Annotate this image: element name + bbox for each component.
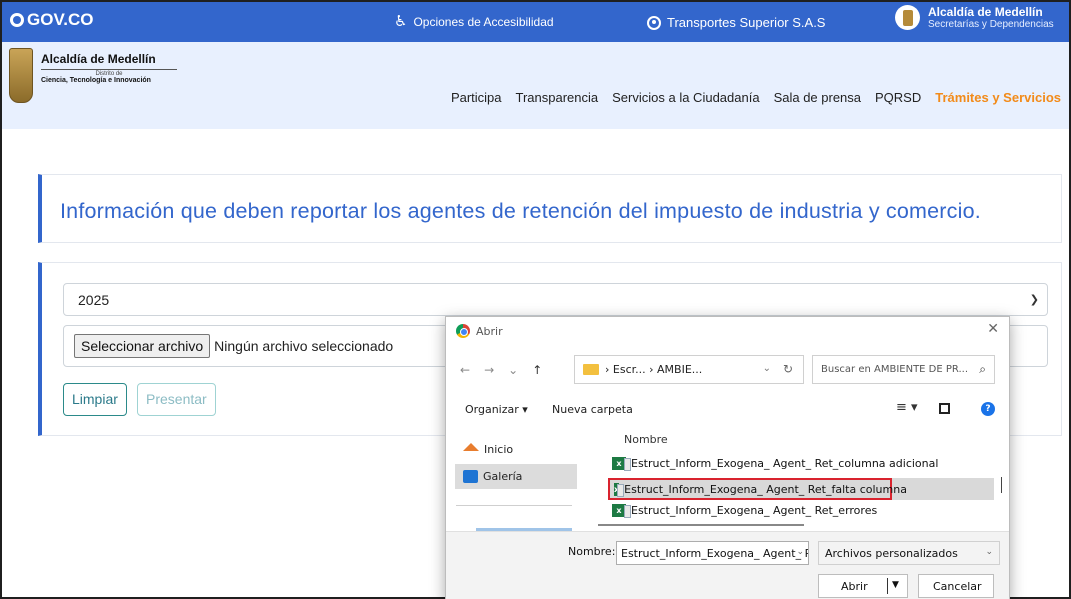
open-file-dialog: Abrir ✕ ← → ⌄ ↑ › Escr... › AMBIE... ⌄ ↻… <box>445 316 1010 599</box>
dialog-footer: Nombre: Estruct_Inform_Exogena_ Agent_ R… <box>446 531 1009 599</box>
folder-search-input[interactable]: Buscar en AMBIENTE DE PR... ⌕ <box>812 355 995 384</box>
home-icon <box>463 442 479 451</box>
chevron-down-icon[interactable]: ⌄ <box>763 363 771 374</box>
file-type-value: Archivos personalizados <box>825 547 958 560</box>
user-icon <box>647 15 661 30</box>
file-type-select[interactable]: Archivos personalizados ⌄ <box>818 541 1000 565</box>
file-list-h-scrollbar[interactable] <box>598 524 804 526</box>
user-account-link[interactable]: Transportes Superior S.A.S <box>647 15 825 30</box>
sidebar-item-label: Inicio <box>484 443 514 456</box>
dialog-title: Abrir <box>476 324 503 338</box>
chevron-down-icon[interactable]: ⌄ <box>796 547 804 557</box>
chrome-icon <box>456 324 470 338</box>
list-item[interactable]: x Estruct_Inform_Exogena_ Agent_ Ret_col… <box>608 452 994 474</box>
accessibility-options-link[interactable]: ♿ Opciones de Accesibilidad <box>394 13 554 30</box>
page-title: Información que deben reportar los agent… <box>60 199 981 223</box>
govco-seal-icon <box>10 13 24 27</box>
sidebar-item-inicio[interactable]: Inicio <box>455 437 577 462</box>
nav-item-sala-prensa[interactable]: Sala de prensa <box>774 90 861 105</box>
file-list-v-scrollbar[interactable] <box>1001 477 1002 493</box>
help-icon[interactable]: ? <box>981 402 995 416</box>
nav-item-pqrsd[interactable]: PQRSD <box>875 90 921 105</box>
search-placeholder: Buscar en AMBIENTE DE PR... <box>821 364 969 375</box>
year-select[interactable]: 2025 ❯ <box>63 283 1048 316</box>
excel-file-icon: x <box>612 504 631 518</box>
sidebar-divider <box>456 505 572 506</box>
view-options-icon[interactable]: ≡ ▾ <box>896 400 918 415</box>
heading-card: Información que deben reportar los agent… <box>38 174 1062 243</box>
govco-logo-text: GOV.CO <box>27 10 94 29</box>
gallery-icon <box>463 470 478 483</box>
file-name: Estruct_Inform_Exogena_ Agent_ Ret_falta… <box>624 482 907 496</box>
forward-arrow-icon[interactable]: → <box>484 363 494 377</box>
year-select-value: 2025 <box>78 292 110 308</box>
dialog-sidebar: Inicio Galería <box>446 427 586 569</box>
accessibility-label: Opciones de Accesibilidad <box>413 15 554 29</box>
split-divider <box>887 578 888 594</box>
list-item-selected[interactable]: x Estruct_Inform_Exogena_ Agent_ Ret_fal… <box>608 478 907 500</box>
main-navbar: Alcaldía de Medellín Distrito de Ciencia… <box>2 42 1069 129</box>
list-item[interactable]: x Estruct_Inform_Exogena_ Agent_ Ret_err… <box>608 504 994 518</box>
user-name: Transportes Superior S.A.S <box>667 15 826 30</box>
sidebar-item-galeria[interactable]: Galería <box>455 464 577 489</box>
dialog-titlebar: Abrir <box>456 324 503 338</box>
address-bar[interactable]: › Escr... › AMBIE... ⌄ ↻ <box>574 355 804 384</box>
folder-icon <box>583 364 599 375</box>
nav-item-tramites[interactable]: Trámites y Servicios <box>935 90 1061 105</box>
nav-item-servicios[interactable]: Servicios a la Ciudadanía <box>612 90 759 105</box>
chevron-down-icon: ❯ <box>1029 294 1039 306</box>
dialog-nav-row: ← → ⌄ ↑ › Escr... › AMBIE... ⌄ ↻ Buscar … <box>446 353 1009 387</box>
excel-file-icon: x <box>614 482 625 497</box>
file-name-value: Estruct_Inform_Exogena_ Agent_ Re <box>621 547 809 560</box>
file-status: Ningún archivo seleccionado <box>214 338 394 354</box>
brand-dependency: Ciencia, Tecnología e Innovación <box>41 77 151 84</box>
chevron-down-icon: ⌄ <box>985 547 993 557</box>
brand-title: Alcaldía de Medellín <box>41 52 156 66</box>
open-button-label: Abrir <box>841 580 868 593</box>
recent-chevron-icon[interactable]: ⌄ <box>508 363 518 377</box>
gov-top-bar: GOV.CO ♿ Opciones de Accesibilidad Trans… <box>2 2 1069 42</box>
cancel-button[interactable]: Cancelar <box>918 574 994 598</box>
medellin-crest-icon <box>9 48 33 103</box>
address-path: › Escr... › AMBIE... <box>605 363 703 376</box>
open-dropdown-arrow-icon[interactable]: ▼ <box>892 580 899 590</box>
open-button[interactable]: Abrir ▼ <box>818 574 908 598</box>
govco-logo[interactable]: GOV.CO <box>10 10 93 30</box>
alcaldia-emblem-icon <box>895 5 920 30</box>
nav-item-participa[interactable]: Participa <box>451 90 502 105</box>
brand-logo[interactable]: Alcaldía de Medellín Distrito de Ciencia… <box>9 48 177 103</box>
preview-pane-icon[interactable] <box>939 403 950 414</box>
organize-menu[interactable]: Organizar ▾ <box>465 403 528 416</box>
file-name-input[interactable]: Estruct_Inform_Exogena_ Agent_ Re ⌄ <box>616 541 809 565</box>
alcaldia-top-title: Alcaldía de Medellín <box>928 4 1043 19</box>
back-arrow-icon[interactable]: ← <box>460 363 470 377</box>
clear-button[interactable]: Limpiar <box>63 383 127 416</box>
search-icon[interactable]: ⌕ <box>979 362 986 377</box>
submit-button[interactable]: Presentar <box>137 383 216 416</box>
choose-file-button[interactable]: Seleccionar archivo <box>74 334 211 358</box>
close-icon[interactable]: ✕ <box>987 321 999 337</box>
file-name-label: Nombre: <box>568 545 616 558</box>
brand-district: Distrito de <box>41 69 177 77</box>
column-header-name[interactable]: Nombre <box>624 433 668 446</box>
alcaldia-top-subtitle: Secretarías y Dependencias <box>928 18 1054 30</box>
dialog-toolbar: Organizar ▾ Nueva carpeta ≡ ▾ ? <box>446 397 1009 421</box>
excel-file-icon: x <box>612 456 631 471</box>
new-folder-button[interactable]: Nueva carpeta <box>552 403 633 416</box>
file-list: Nombre x Estruct_Inform_Exogena_ Agent_ … <box>594 427 994 531</box>
up-arrow-icon[interactable]: ↑ <box>532 363 542 377</box>
file-name: Estruct_Inform_Exogena_ Agent_ Ret_error… <box>631 504 878 517</box>
nav-item-transparencia[interactable]: Transparencia <box>516 90 599 105</box>
alcaldia-top-link[interactable]: Alcaldía de Medellín Secretarías y Depen… <box>895 5 1054 30</box>
file-name: Estruct_Inform_Exogena_ Agent_ Ret_colum… <box>631 456 939 470</box>
sidebar-item-label: Galería <box>483 470 523 483</box>
accessibility-icon: ♿ <box>394 13 408 30</box>
refresh-icon[interactable]: ↻ <box>783 362 793 376</box>
nav-menu: Participa Transparencia Servicios a la C… <box>451 90 1061 105</box>
